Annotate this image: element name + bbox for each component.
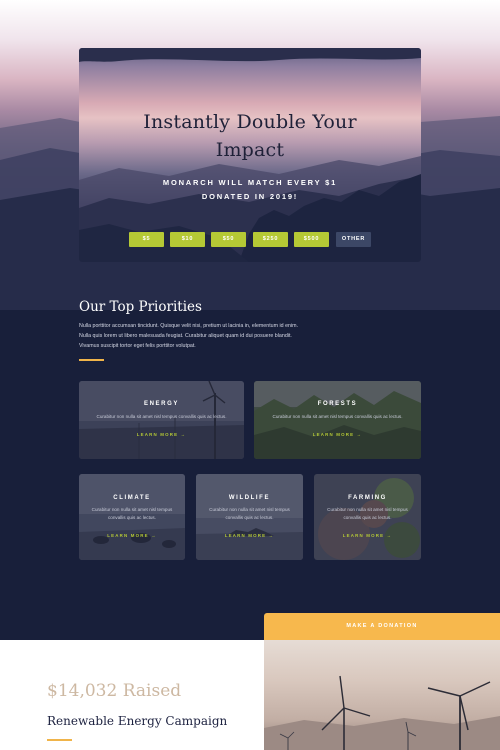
card-wildlife-label: WILDLIFE — [228, 495, 271, 501]
amount-button-50[interactable]: $50 — [211, 232, 246, 247]
amount-button-other[interactable]: OTHER — [336, 232, 371, 247]
card-climate-link[interactable]: LEARN MORE → — [79, 533, 185, 538]
card-climate[interactable]: CLIMATE Curabitur non nulla sit amet nis… — [79, 474, 185, 560]
hero-subtitle-line1: MONARCH WILL MATCH EVERY $1 — [162, 178, 338, 187]
card-farming-desc: Curabitur non nulla sit amet nisl tempus… — [327, 507, 408, 520]
campaign-divider — [47, 739, 72, 741]
card-climate-desc: Curabitur non nulla sit amet nisl tempus… — [91, 507, 173, 520]
hero-subtitle-line2: DONATED IN 2019! — [201, 192, 299, 201]
priorities-divider — [79, 359, 104, 361]
amount-button-5[interactable]: $5 — [129, 232, 164, 247]
card-energy-desc: Curabitur non nulla sit amet nisl tempus… — [96, 414, 227, 419]
card-farming-label: FARMING — [348, 495, 387, 501]
amount-button-500[interactable]: $500 — [294, 232, 329, 247]
hero-title: Instantly Double Your Impact — [79, 108, 421, 164]
card-energy-link[interactable]: LEARN MORE → — [79, 432, 244, 437]
amount-button-250[interactable]: $250 — [253, 232, 288, 247]
donate-button[interactable]: MAKE A DONATION — [264, 613, 500, 640]
hero-title-line1: Instantly Double Your — [143, 111, 357, 133]
card-farming[interactable]: FARMING Curabitur non nulla sit amet nis… — [314, 474, 421, 560]
hero-subtitle: MONARCH WILL MATCH EVERY $1 DONATED IN 2… — [139, 176, 361, 204]
priorities-text: Nulla porttitor accumsan tincidunt. Quis… — [79, 323, 299, 349]
card-forests[interactable]: FORESTS Curabitur non nulla sit amet nis… — [254, 381, 421, 459]
card-energy-label: ENERGY — [144, 401, 179, 407]
priorities-title: Our Top Priorities — [79, 299, 202, 315]
hero-title-line2: Impact — [215, 139, 285, 161]
card-wildlife[interactable]: WILDLIFE Curabitur non nulla sit amet ni… — [196, 474, 303, 560]
card-energy[interactable]: ENERGY Curabitur non nulla sit amet nisl… — [79, 381, 244, 459]
amount-raised: $14,032 Raised — [47, 681, 182, 701]
donation-amounts: $5 $10 $50 $250 $500 OTHER — [129, 232, 371, 248]
turbine-photo — [264, 640, 500, 750]
card-wildlife-desc: Curabitur non nulla sit amet nisl tempus… — [209, 507, 290, 520]
campaign-name: Renewable Energy Campaign — [47, 714, 228, 728]
donate-button-label: MAKE A DONATION — [346, 623, 418, 629]
card-forests-label: FORESTS — [317, 401, 358, 407]
card-farming-link[interactable]: LEARN MORE → — [314, 533, 421, 538]
card-forests-link[interactable]: LEARN MORE → — [254, 432, 421, 437]
card-climate-label: CLIMATE — [113, 495, 151, 501]
card-wildlife-link[interactable]: LEARN MORE → — [196, 533, 303, 538]
card-forests-desc: Curabitur non nulla sit amet nisl tempus… — [272, 414, 403, 419]
amount-button-10[interactable]: $10 — [170, 232, 205, 247]
hero-card: Instantly Double Your Impact MONARCH WIL… — [79, 48, 421, 262]
